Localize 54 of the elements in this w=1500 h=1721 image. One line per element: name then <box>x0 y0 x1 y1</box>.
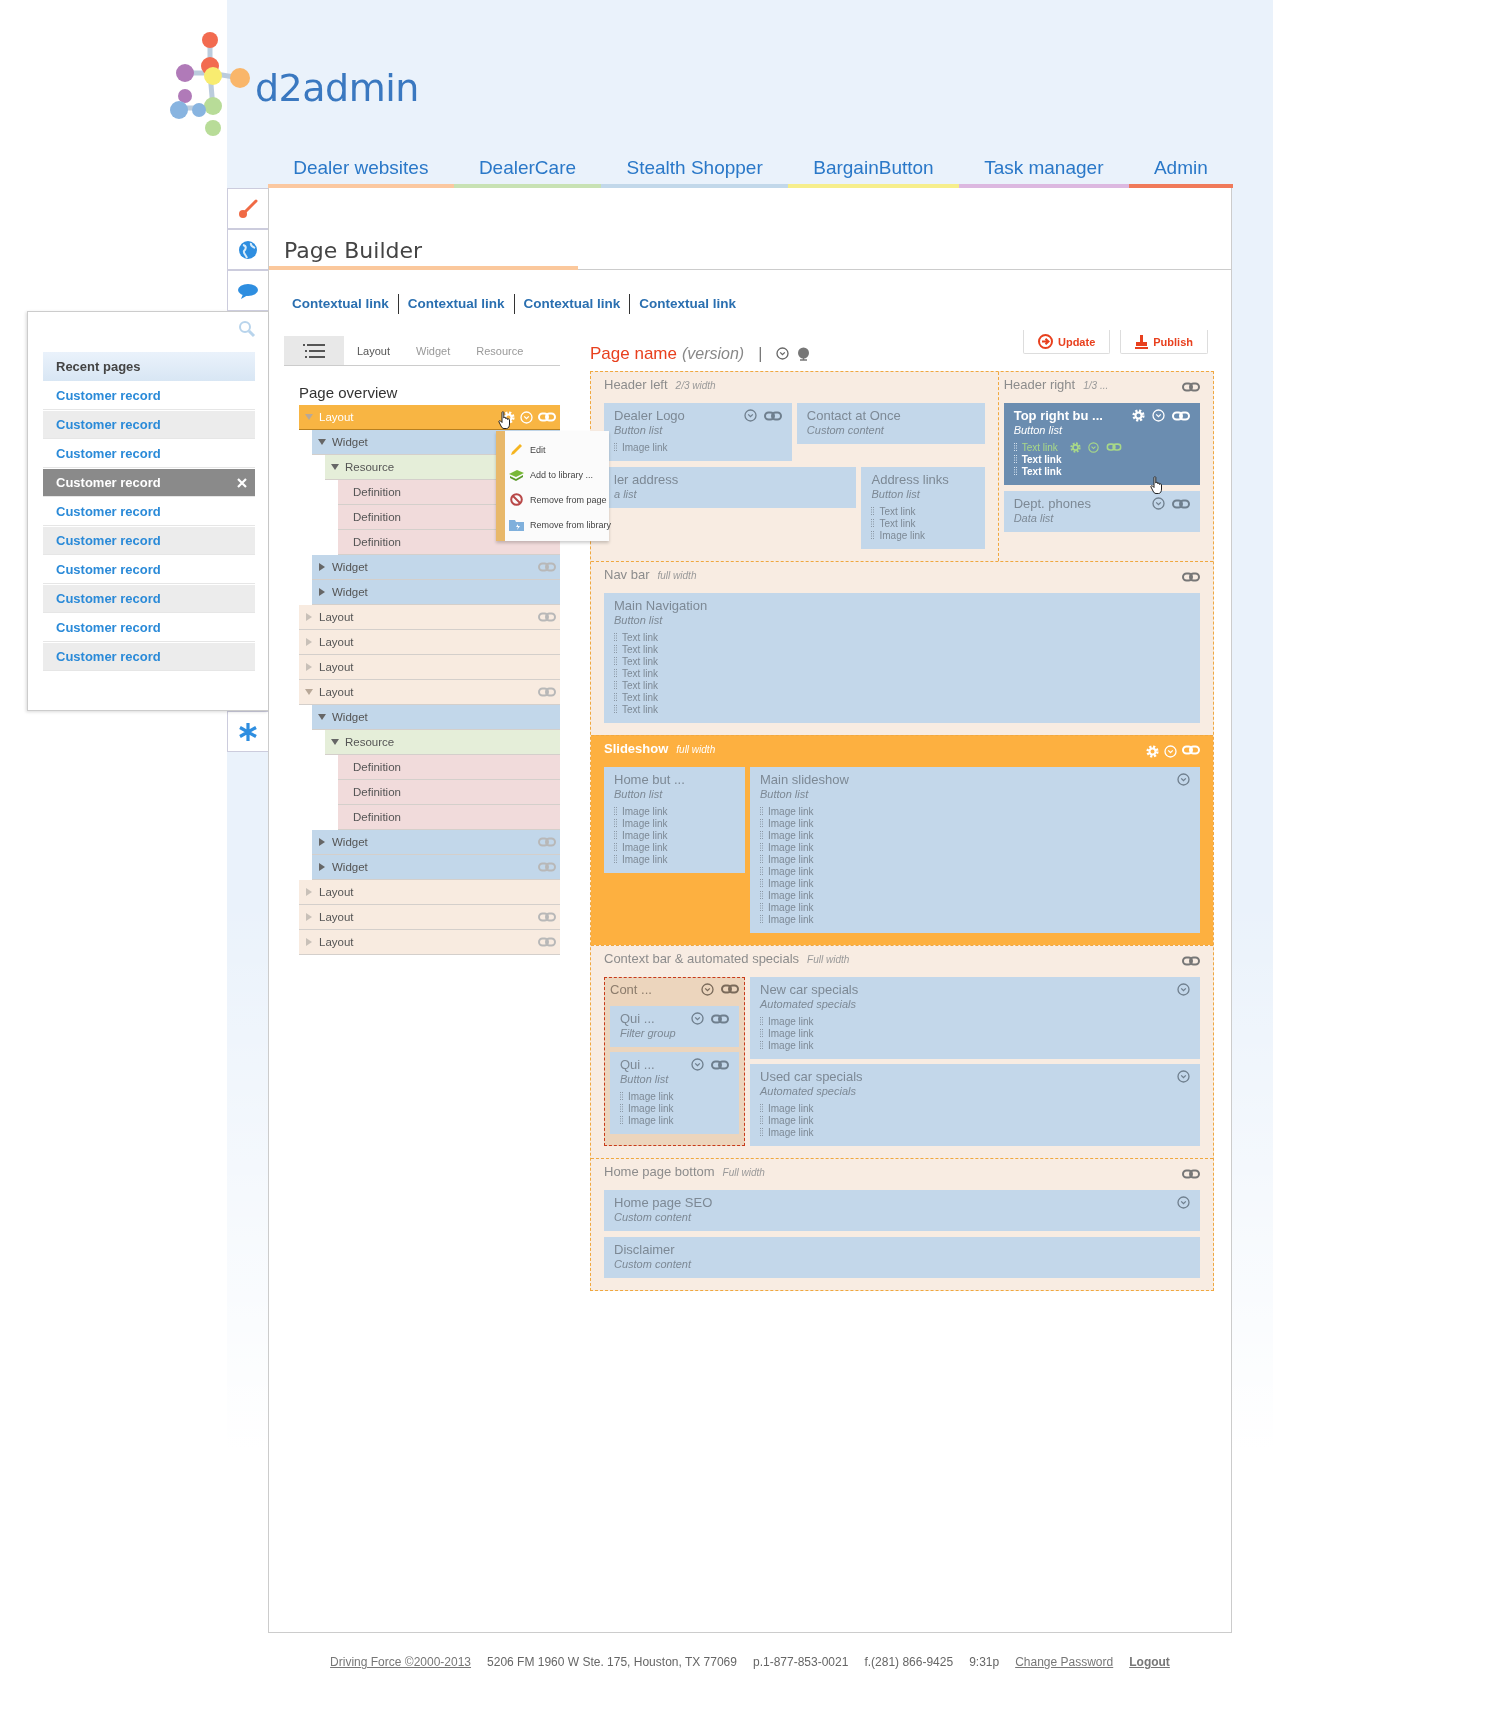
page-name: Page name <box>590 343 677 364</box>
section-title: Header right <box>1003 377 1076 392</box>
widget-type: Custom content <box>614 1211 693 1223</box>
section-width: 2/3 width <box>675 380 716 391</box>
section-width: Full width <box>722 1167 765 1178</box>
widget-type: Button list <box>1013 424 1064 436</box>
widget-title: New car specials <box>760 982 859 997</box>
widget-title: Dealer Logo <box>614 408 685 423</box>
widget-title: Home but ... <box>614 772 685 787</box>
page-title: Page Builder <box>269 236 578 270</box>
widget-type: Data list <box>1013 512 1055 524</box>
widget-type: a list <box>614 488 638 500</box>
section-title: Slideshow <box>604 741 669 756</box>
footer-text: f.(281) 866-9425 <box>864 1655 954 1669</box>
widget-type: Button list <box>614 424 664 436</box>
widget-type: Button list <box>614 614 664 626</box>
widget-type: Button list <box>620 1073 670 1085</box>
section-width: full width <box>657 570 697 581</box>
widget-title: Top right bu ... <box>1013 408 1103 423</box>
section-width: 1/3 ... <box>1083 380 1109 391</box>
widget-title: Qui ... <box>620 1057 655 1072</box>
footer-text: 9:31p <box>969 1655 1000 1669</box>
widget-type: Filter group <box>620 1027 677 1039</box>
widget-type: Button list <box>614 788 664 800</box>
section-title: Home page bottom <box>604 1164 715 1179</box>
footer-text: 5206 FM 1960 W Ste. 175, Houston, TX 77069 <box>487 1655 737 1669</box>
section-title: Context bar & automated specials <box>604 951 800 966</box>
separator: | <box>758 344 763 363</box>
widget-title: Main Navigation <box>614 598 708 613</box>
section-width: Full width <box>807 954 850 965</box>
widget-type: Custom content <box>614 1258 693 1270</box>
widget-type: Automated specials <box>760 998 857 1010</box>
widget-type: Custom content <box>806 424 885 436</box>
page-version: (version) <box>681 344 745 363</box>
logo-text: d2admin <box>255 66 419 110</box>
panel-header: Recent pages <box>43 352 255 381</box>
section-title: Cont ... <box>610 981 652 997</box>
footer-text: p.1-877-853-0021 <box>752 1655 849 1669</box>
widget-type: Button list <box>871 488 921 500</box>
widget-title: Main slideshow <box>760 772 849 787</box>
section-heading: Page overview <box>299 384 399 401</box>
widget-title: Qui ... <box>620 1011 655 1026</box>
widget-title: Used car specials <box>760 1069 863 1084</box>
widget-title: Address links <box>871 472 949 487</box>
widget-title: Contact at Once <box>806 408 901 423</box>
widget-type: Button list <box>760 788 810 800</box>
widget-title: Home page SEO <box>614 1195 713 1210</box>
section-width: full width <box>676 744 716 755</box>
widget-title: Disclaimer <box>614 1242 675 1257</box>
widget-type: Automated specials <box>760 1085 857 1097</box>
widget-title: ler address <box>614 472 679 487</box>
widget-title: Dept. phones <box>1013 496 1091 511</box>
section-title: Nav bar <box>604 567 650 582</box>
section-title: Header left <box>604 377 668 392</box>
